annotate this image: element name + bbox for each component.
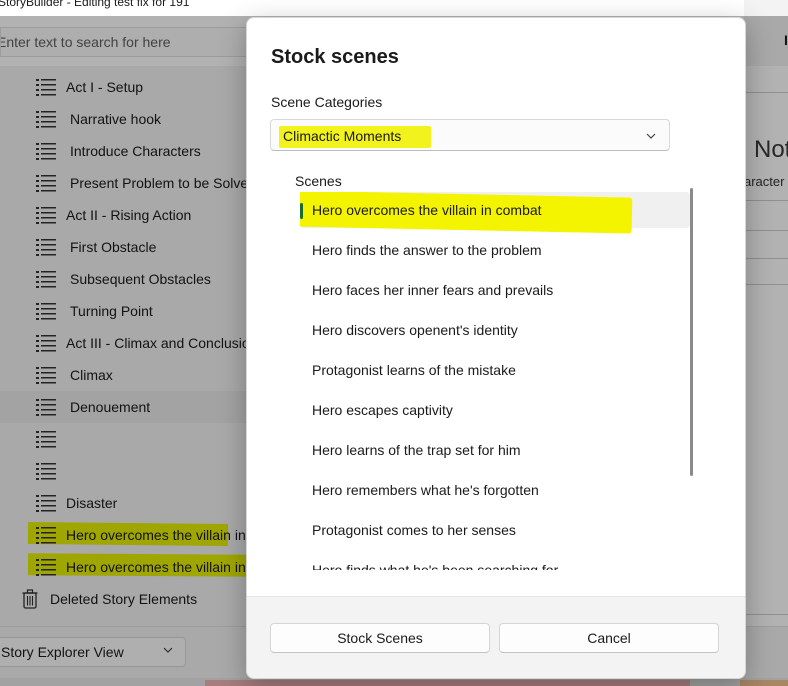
- dialog-title: Stock scenes: [271, 46, 399, 68]
- scene-item-label: Hero overcomes the villain in combat: [312, 202, 542, 218]
- stock-scenes-button[interactable]: Stock Scenes: [270, 623, 490, 653]
- scene-item[interactable]: Hero escapes captivity: [300, 392, 690, 428]
- scene-item[interactable]: Hero discovers openent's identity: [300, 312, 690, 348]
- scene-category-select[interactable]: Climactic Moments: [270, 119, 670, 151]
- dialog-footer: Stock Scenes Cancel: [247, 596, 745, 678]
- scene-item-label: Hero discovers openent's identity: [312, 322, 518, 338]
- categories-label: Scene Categories: [271, 94, 383, 110]
- cancel-button[interactable]: Cancel: [499, 623, 719, 653]
- stock-scenes-dialog: Stock scenes Scene Categories Climactic …: [246, 17, 746, 679]
- scene-item[interactable]: Hero finds what he's been searching for: [300, 552, 690, 570]
- window-titlebar: StoryBuilder - Editing test fix for 191: [0, 0, 788, 16]
- scene-list[interactable]: Hero overcomes the villain in combat Hero…: [300, 192, 690, 570]
- scene-item-label: Hero finds the answer to the problem: [312, 242, 542, 258]
- scene-item[interactable]: Hero finds the answer to the problem: [300, 232, 690, 268]
- scrollbar-thumb[interactable]: [690, 188, 693, 476]
- chevron-down-icon: [645, 129, 657, 147]
- scene-item[interactable]: Hero overcomes the villain in combat: [300, 192, 690, 234]
- scene-item[interactable]: Protagonist learns of the mistake: [300, 352, 690, 388]
- scene-item-label: Hero escapes captivity: [312, 402, 453, 418]
- scene-item-label: Hero remembers what he's forgotten: [312, 482, 539, 498]
- scene-item[interactable]: Hero faces her inner fears and prevails: [300, 272, 690, 308]
- scene-item-label: Hero finds what he's been searching for: [312, 562, 559, 570]
- scene-item-label: Protagonist learns of the mistake: [312, 362, 516, 378]
- scene-item[interactable]: Hero remembers what he's forgotten: [300, 472, 690, 508]
- scene-item-label: Protagonist comes to her senses: [312, 522, 516, 538]
- selection-indicator: [300, 203, 303, 219]
- window-title: StoryBuilder - Editing test fix for 191: [0, 0, 190, 9]
- scene-item[interactable]: Protagonist comes to her senses: [300, 512, 690, 548]
- scene-item-label: Hero learns of the trap set for him: [312, 442, 521, 458]
- scene-item[interactable]: Hero learns of the trap set for him: [300, 432, 690, 468]
- category-value: Climactic Moments: [283, 128, 402, 144]
- scene-item-label: Hero faces her inner fears and prevails: [312, 282, 554, 298]
- scenes-label: Scenes: [295, 173, 342, 189]
